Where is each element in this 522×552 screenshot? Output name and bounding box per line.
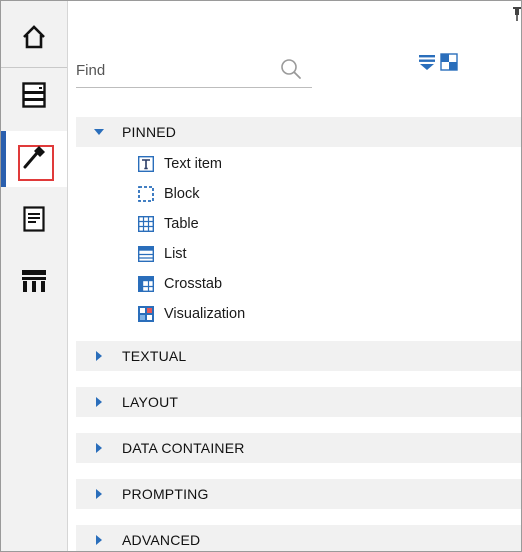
section-data-container[interactable]: DATA CONTAINER bbox=[76, 433, 521, 463]
section-layout[interactable]: LAYOUT bbox=[76, 387, 521, 417]
list-item-label: Crosstab bbox=[164, 276, 223, 292]
list-icon bbox=[138, 246, 154, 262]
toolbox-panel: PINNED Text item Block bbox=[68, 1, 521, 551]
caret-right-icon bbox=[90, 350, 108, 362]
section-label: TEXTUAL bbox=[122, 348, 187, 364]
toolbox-button[interactable] bbox=[1, 131, 67, 187]
left-rail bbox=[1, 1, 68, 551]
section-pinned[interactable]: PINNED bbox=[76, 117, 521, 147]
search-icon[interactable] bbox=[280, 58, 302, 85]
report-objects-icon bbox=[21, 269, 47, 298]
list-item-table[interactable]: Table bbox=[138, 210, 199, 238]
section-label: PINNED bbox=[122, 124, 177, 140]
data-source-button[interactable] bbox=[1, 69, 67, 125]
block-icon bbox=[138, 186, 154, 202]
section-label: ADVANCED bbox=[122, 532, 201, 548]
section-advanced[interactable]: ADVANCED bbox=[76, 525, 521, 551]
caret-right-icon bbox=[90, 442, 108, 454]
caret-right-icon bbox=[90, 396, 108, 408]
section-label: DATA CONTAINER bbox=[122, 440, 245, 456]
list-item-label: Visualization bbox=[164, 306, 246, 322]
list-item-block[interactable]: Block bbox=[138, 180, 199, 208]
visualization-icon bbox=[138, 306, 154, 322]
section-textual[interactable]: TEXTUAL bbox=[76, 341, 521, 371]
caret-right-icon bbox=[90, 488, 108, 500]
section-label: LAYOUT bbox=[122, 394, 179, 410]
list-item-text-item[interactable]: Text item bbox=[138, 150, 222, 178]
list-item-visualization[interactable]: Visualization bbox=[138, 300, 245, 328]
pin-icon[interactable] bbox=[513, 7, 521, 26]
view-toggle-icon[interactable] bbox=[440, 53, 458, 76]
text-item-icon bbox=[138, 156, 154, 172]
pages-icon bbox=[23, 205, 45, 237]
home-button[interactable] bbox=[1, 11, 67, 68]
active-indicator bbox=[1, 131, 6, 187]
data-source-icon bbox=[22, 81, 46, 113]
caret-right-icon bbox=[90, 534, 108, 546]
caret-down-icon bbox=[90, 127, 108, 137]
home-icon bbox=[21, 24, 47, 55]
list-item-label: Block bbox=[164, 186, 200, 202]
collapse-all-icon[interactable] bbox=[418, 53, 436, 76]
search-box bbox=[76, 53, 312, 88]
list-item-crosstab[interactable]: Crosstab bbox=[138, 270, 222, 298]
list-item-list[interactable]: List bbox=[138, 240, 187, 268]
app-frame: PINNED Text item Block bbox=[0, 0, 522, 552]
list-item-label: Text item bbox=[164, 156, 223, 172]
list-item-label: List bbox=[164, 246, 187, 262]
crosstab-icon bbox=[138, 276, 154, 292]
list-item-label: Table bbox=[164, 216, 199, 232]
pages-button[interactable] bbox=[1, 193, 67, 249]
search-input[interactable] bbox=[76, 53, 266, 87]
report-objects-button[interactable] bbox=[1, 255, 67, 311]
table-icon bbox=[138, 216, 154, 232]
toolbox-icon bbox=[21, 144, 47, 175]
section-label: PROMPTING bbox=[122, 486, 209, 502]
section-prompting[interactable]: PROMPTING bbox=[76, 479, 521, 509]
